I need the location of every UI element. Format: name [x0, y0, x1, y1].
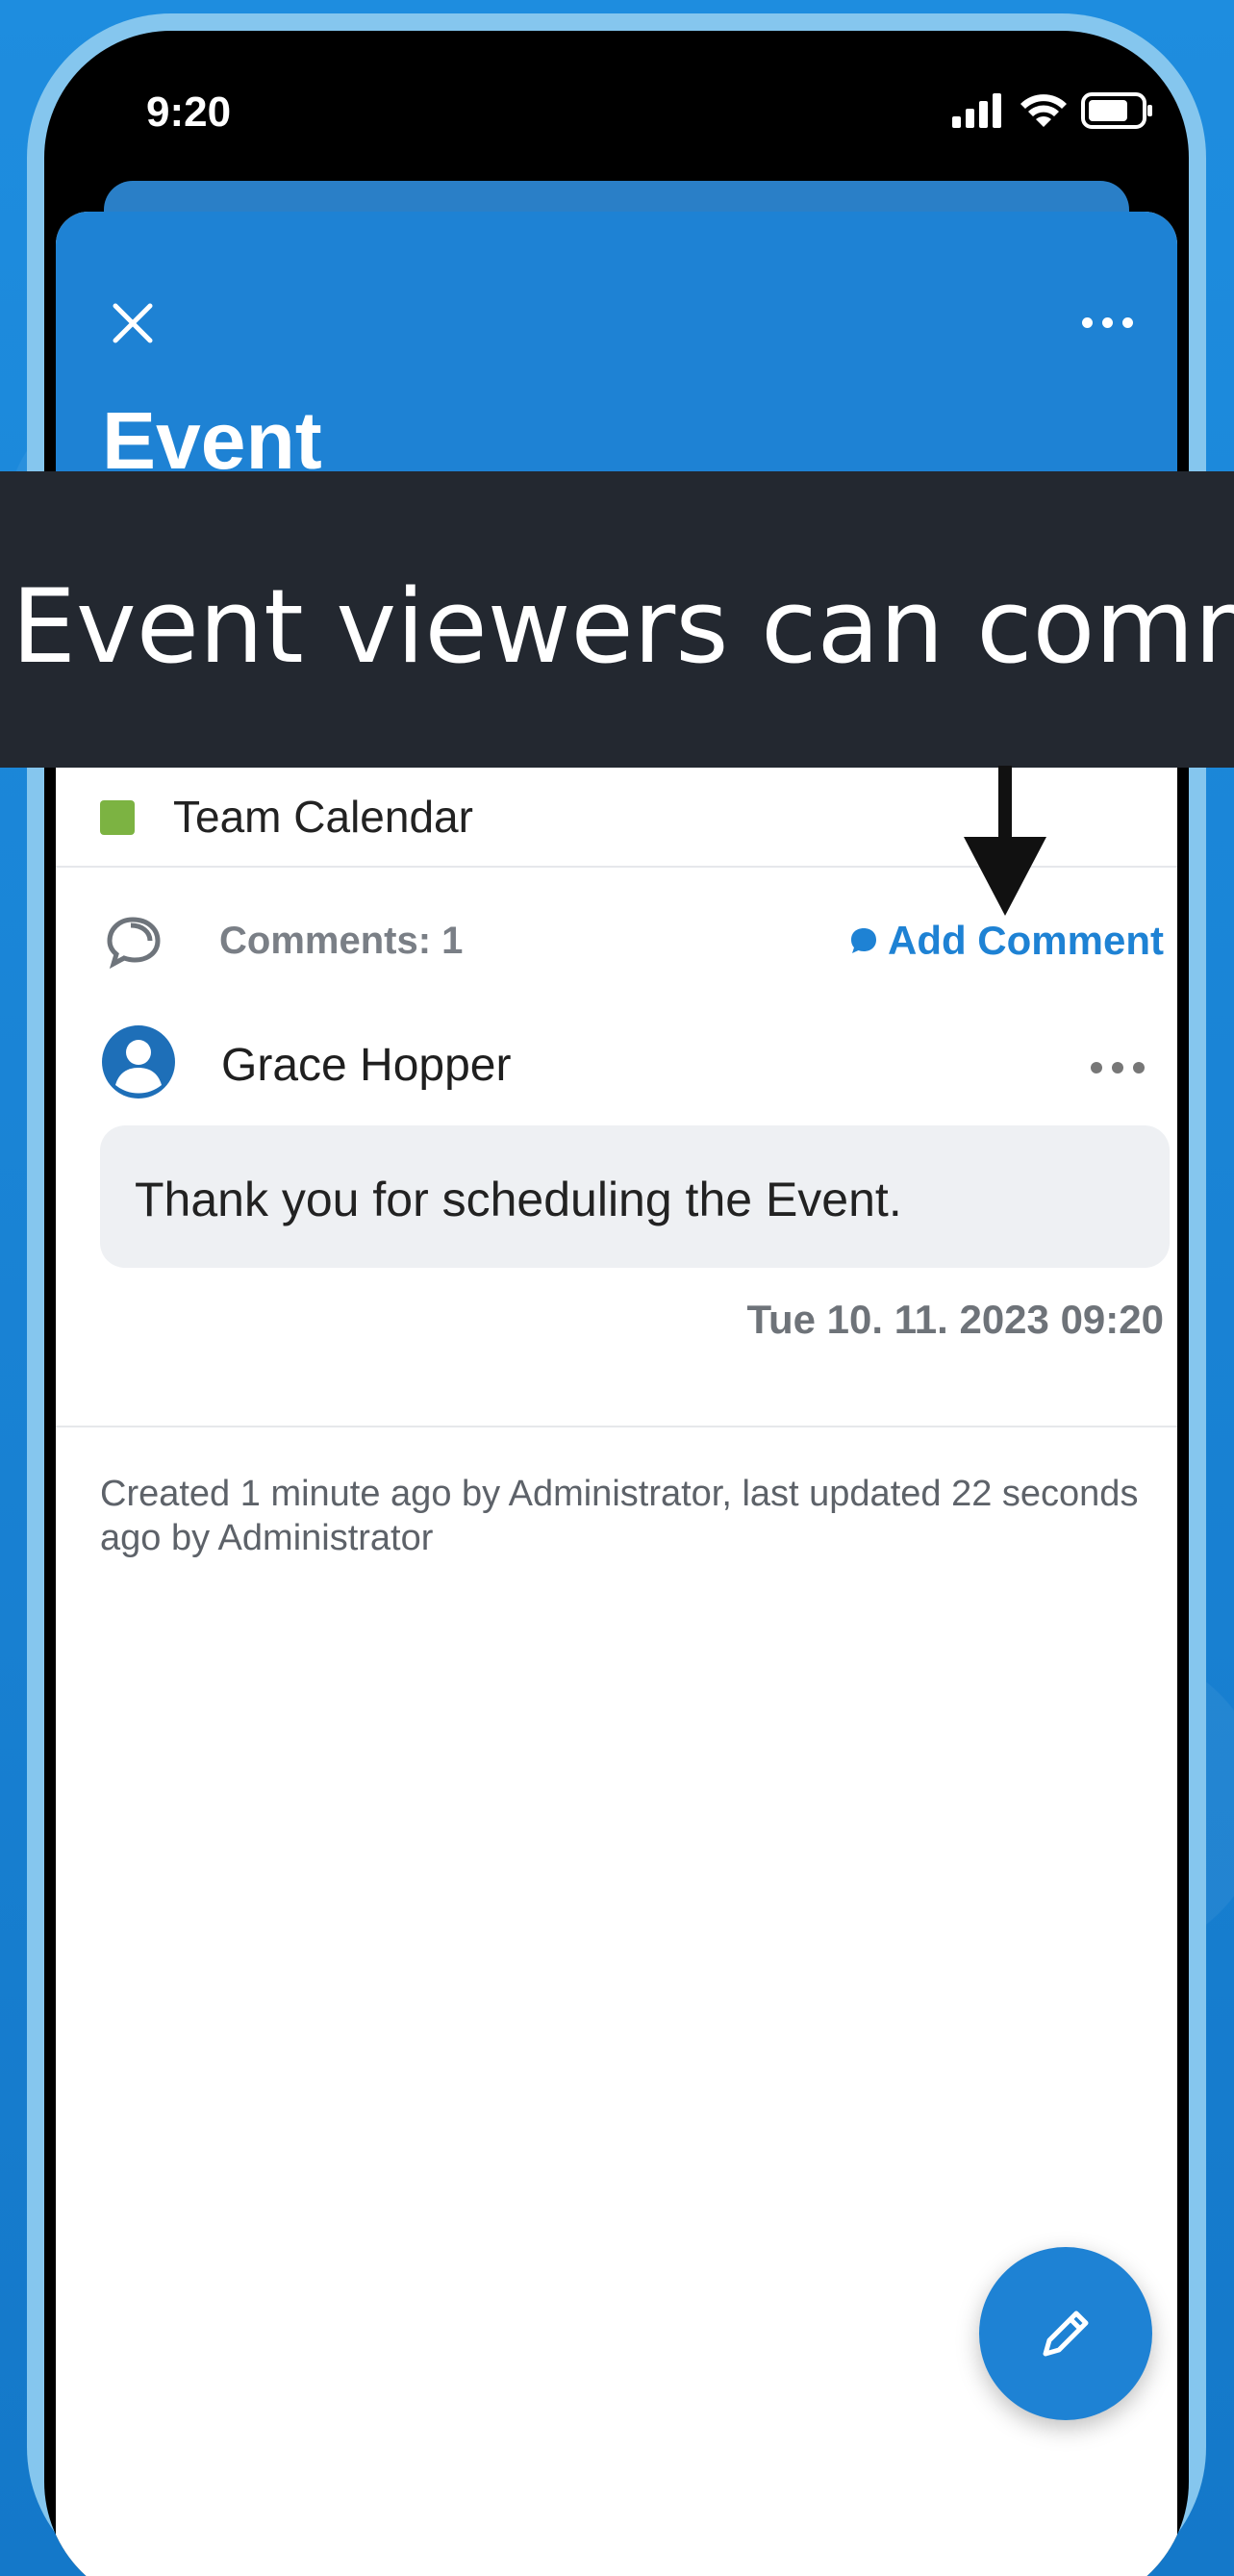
- comment-bubble: Thank you for scheduling the Event.: [100, 1125, 1170, 1268]
- audit-info: Created 1 minute ago by Administrator, l…: [100, 1474, 1139, 1558]
- more-icon[interactable]: [1082, 317, 1133, 328]
- add-comment-button[interactable]: Add Comment: [849, 918, 1164, 964]
- phone-screen: 9:20 Event Team Calendar Comments: 1 Add…: [44, 31, 1189, 2576]
- pencil-icon: [1043, 2311, 1089, 2357]
- calendar-label: Team Calendar: [173, 792, 473, 842]
- wifi-icon: [1020, 94, 1067, 127]
- caption-text: Event viewers can comment: [12, 568, 1234, 686]
- comment-more-icon[interactable]: [1091, 1062, 1145, 1073]
- divider: [56, 1426, 1177, 1427]
- comment-author-row: Grace Hopper: [56, 1010, 1177, 1106]
- comment-text: Thank you for scheduling the Event.: [135, 1173, 902, 1226]
- event-header: Event: [56, 212, 1177, 500]
- comment-bubble-icon: [851, 928, 876, 953]
- status-bar: 9:20: [44, 31, 1189, 204]
- status-time: 9:20: [146, 88, 232, 136]
- avatar-icon: [102, 1025, 175, 1099]
- comment-timestamp: Tue 10. 11. 2023 09:20: [746, 1297, 1164, 1342]
- add-comment-label: Add Comment: [888, 918, 1164, 963]
- comments-icon: [107, 917, 161, 970]
- battery-icon: [1081, 92, 1152, 129]
- calendar-color-swatch: [100, 800, 135, 835]
- edit-button[interactable]: [979, 2247, 1152, 2420]
- arrow-down-icon: [964, 766, 1046, 916]
- comments-count: Comments: 1: [219, 920, 464, 962]
- status-icons: [952, 92, 1154, 129]
- caption-banner: Event viewers can comment: [0, 471, 1234, 768]
- close-icon[interactable]: [106, 296, 160, 350]
- comment-author: Grace Hopper: [221, 1040, 512, 1091]
- signal-icon: [952, 93, 1001, 128]
